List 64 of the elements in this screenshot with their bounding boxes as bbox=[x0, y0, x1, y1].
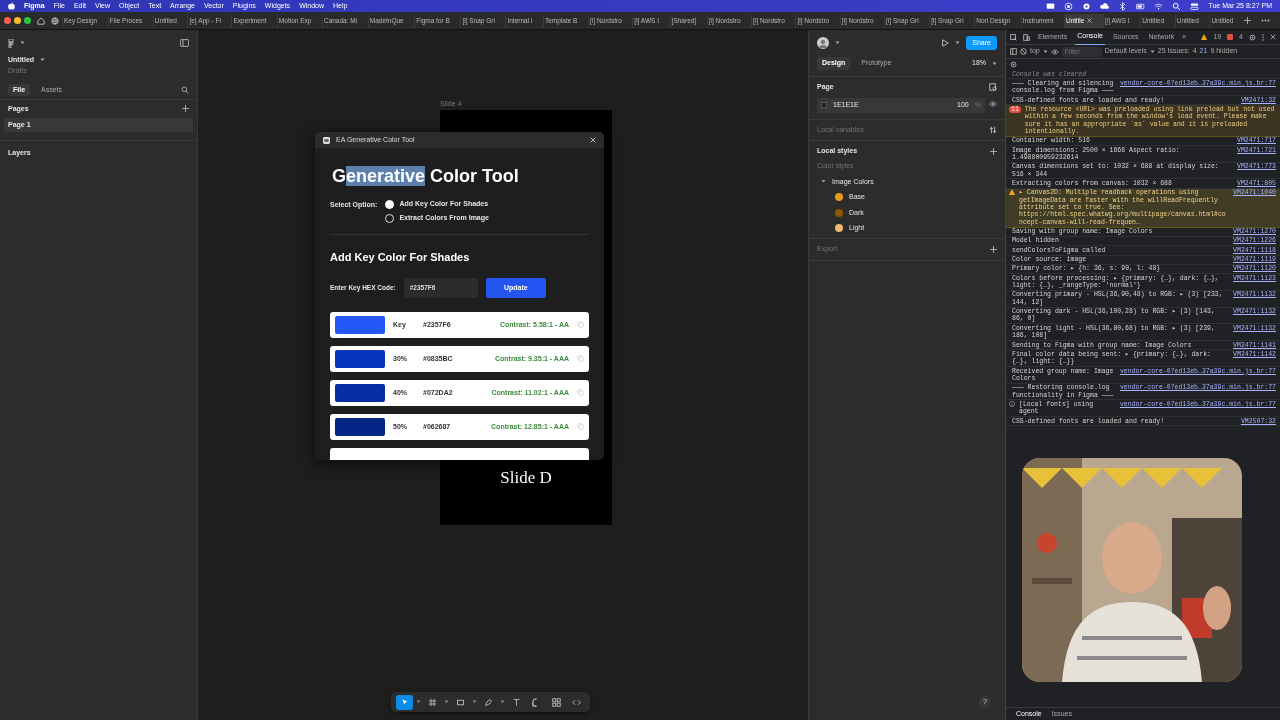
caret-icon[interactable] bbox=[472, 700, 477, 704]
plus-icon[interactable] bbox=[182, 105, 189, 113]
grid-icon bbox=[552, 697, 561, 707]
home-icon[interactable] bbox=[37, 16, 45, 25]
plus-icon[interactable] bbox=[990, 246, 997, 253]
sliders-icon[interactable] bbox=[989, 125, 997, 134]
section-title: Add Key Color For Shades bbox=[330, 250, 471, 264]
globe-icon[interactable] bbox=[51, 16, 59, 25]
info-icon bbox=[1009, 400, 1015, 407]
screen-share-icon[interactable] bbox=[1046, 1, 1056, 11]
apple-icon[interactable] bbox=[8, 2, 15, 10]
settings-icon[interactable] bbox=[1249, 33, 1256, 41]
caret-icon[interactable] bbox=[20, 41, 25, 45]
avatar-icon[interactable] bbox=[817, 37, 829, 50]
caret-icon[interactable] bbox=[821, 179, 826, 185]
caret-icon[interactable] bbox=[1042, 49, 1048, 54]
slide-text: Slide D bbox=[499, 468, 553, 489]
control-center-icon[interactable] bbox=[1190, 1, 1200, 11]
close-icon[interactable] bbox=[1270, 34, 1276, 40]
bluetooth-icon[interactable] bbox=[1118, 1, 1128, 11]
sidebar-toggle-icon[interactable] bbox=[1010, 48, 1017, 55]
pen-icon bbox=[484, 697, 493, 707]
play-icon[interactable] bbox=[941, 39, 950, 48]
settings-icon[interactable] bbox=[1010, 61, 1017, 68]
cloud-icon[interactable] bbox=[1100, 1, 1110, 11]
inspect-icon[interactable] bbox=[1010, 33, 1017, 41]
close-icon[interactable] bbox=[1087, 18, 1093, 23]
search-icon[interactable] bbox=[181, 86, 189, 95]
figma-logo-icon[interactable] bbox=[8, 38, 14, 48]
error-icon bbox=[1227, 34, 1234, 40]
caret-icon[interactable] bbox=[992, 61, 997, 66]
search-icon[interactable] bbox=[1172, 1, 1182, 11]
caret-icon[interactable] bbox=[835, 41, 840, 46]
minimize-window-button[interactable] bbox=[14, 17, 21, 24]
caret-icon[interactable] bbox=[40, 58, 46, 63]
record-icon[interactable] bbox=[1064, 1, 1074, 11]
eye-icon[interactable] bbox=[1050, 48, 1059, 55]
plus-icon[interactable] bbox=[990, 147, 997, 155]
cursor-icon bbox=[400, 697, 409, 707]
code-icon bbox=[572, 697, 581, 707]
sidebar-toggle-icon[interactable] bbox=[180, 39, 189, 47]
caret-icon[interactable] bbox=[500, 700, 505, 704]
gear-icon[interactable] bbox=[1082, 1, 1092, 11]
battery-icon[interactable] bbox=[1136, 1, 1146, 11]
close-icon[interactable] bbox=[590, 137, 596, 143]
tool-button[interactable] bbox=[396, 694, 413, 710]
plugin-icon bbox=[323, 136, 330, 144]
caret-icon[interactable] bbox=[1149, 49, 1155, 54]
eye-icon[interactable] bbox=[989, 101, 997, 108]
warning-icon bbox=[1201, 34, 1208, 40]
device-icon[interactable] bbox=[1023, 33, 1030, 41]
zoom-window-button[interactable] bbox=[24, 17, 31, 24]
caret-icon[interactable] bbox=[955, 41, 961, 46]
caret-icon[interactable] bbox=[416, 700, 421, 704]
caret-icon[interactable] bbox=[444, 700, 449, 704]
new-tab-icon[interactable] bbox=[1244, 17, 1251, 24]
page-style-icon[interactable] bbox=[989, 82, 997, 91]
hash-icon bbox=[428, 697, 437, 707]
wifi-icon[interactable] bbox=[1154, 1, 1164, 11]
clear-icon[interactable] bbox=[1020, 48, 1027, 55]
warning-icon bbox=[1009, 189, 1015, 196]
more-icon[interactable] bbox=[1261, 19, 1270, 22]
text-tool-icon bbox=[512, 697, 521, 707]
close-window-button[interactable] bbox=[4, 17, 11, 24]
